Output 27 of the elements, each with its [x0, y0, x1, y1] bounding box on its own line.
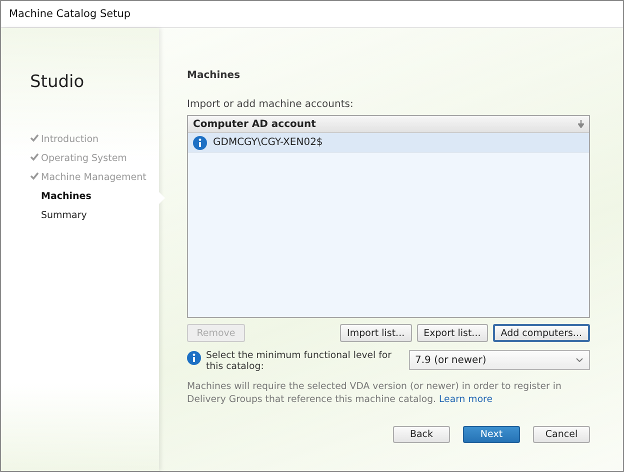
check-icon: [30, 134, 39, 142]
wizard-step: Machine Management: [1, 170, 159, 185]
level-label: Select the minimum functional level for this catalog:: [206, 350, 393, 372]
column-header[interactable]: Computer AD account: [193, 118, 316, 130]
list-button[interactable]: Import list...: [340, 324, 412, 342]
page-heading: Machines: [187, 70, 242, 81]
wizard-step: Operating System: [1, 151, 159, 166]
wizard-step: Introduction: [1, 132, 159, 147]
footer-button[interactable]: Cancel: [533, 426, 590, 443]
step-pointer: [159, 192, 165, 204]
check-icon: [30, 153, 39, 161]
level-dropdown[interactable]: 7.9 (or newer): [409, 350, 590, 370]
check-icon: [30, 172, 39, 180]
table-row[interactable]: GDMCGY\CGY-XEN02$: [188, 133, 589, 153]
learn-more-link[interactable]: Learn more: [439, 394, 492, 405]
instruction-text: Import or add machine accounts:: [187, 99, 354, 110]
caret-icon: [576, 358, 583, 362]
brand-title: Studio: [30, 72, 86, 92]
sort-icon[interactable]: [578, 120, 584, 128]
wizard-step: Machines: [1, 189, 159, 204]
info-icon: [193, 136, 207, 150]
list-button[interactable]: Export list...: [416, 324, 488, 342]
list-button[interactable]: Add computers...: [492, 324, 590, 342]
wizard-step: Summary: [1, 208, 159, 223]
footer-button[interactable]: Next: [463, 426, 520, 443]
note-text: Machines will require the selected VDA version (or newer) in order to register in Delivery Groups that reference this machine catalog. Learn more: [187, 380, 562, 406]
footer-button[interactable]: Back: [393, 426, 450, 443]
